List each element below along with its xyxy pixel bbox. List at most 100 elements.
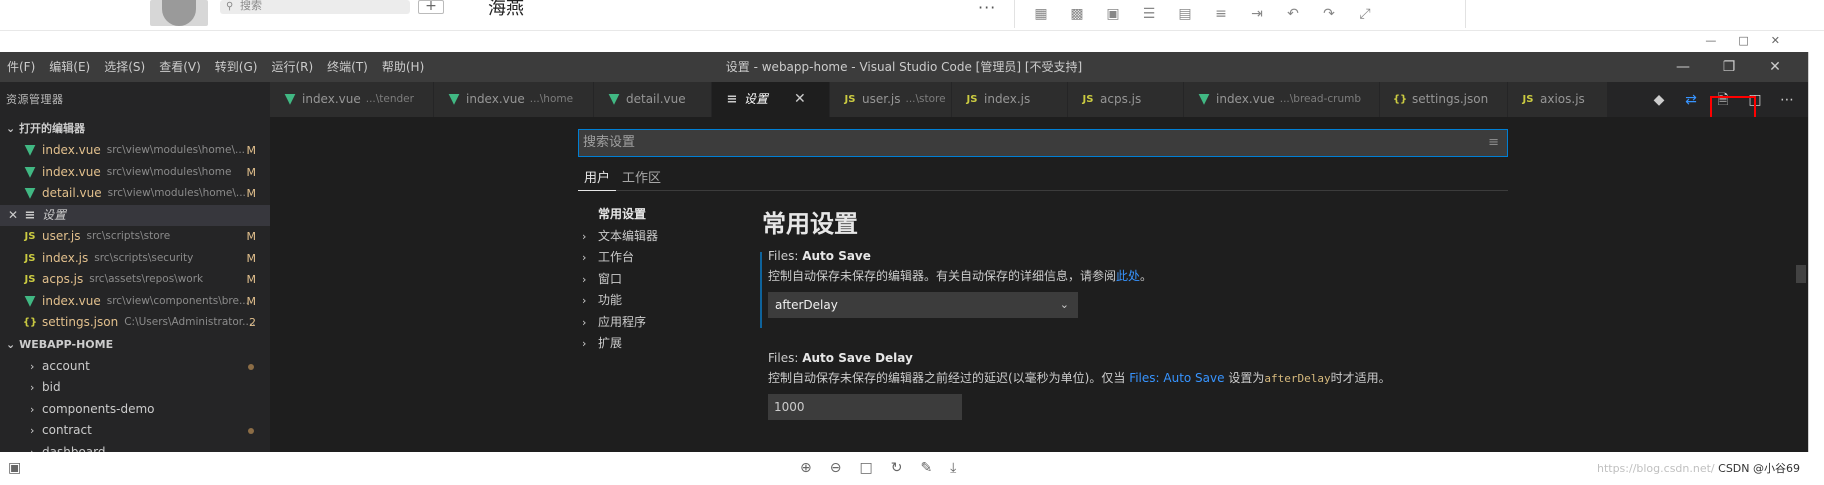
toc-item-commonly-used[interactable]: 常用设置 bbox=[578, 204, 728, 226]
toc-item-workbench[interactable]: › 工作台 bbox=[578, 247, 728, 269]
open-editor-item[interactable]: ▼ index.vue src\view\components\bre... M bbox=[0, 291, 270, 313]
film-icon[interactable]: ▤ bbox=[1174, 6, 1196, 22]
js-file-icon: JS bbox=[966, 94, 978, 105]
table-icon[interactable]: ▦ bbox=[1030, 6, 1052, 22]
vue-file-icon: ▼ bbox=[24, 163, 36, 180]
divider bbox=[1465, 0, 1466, 28]
undo-icon[interactable]: ↶ bbox=[1282, 6, 1304, 22]
file-name: settings.json bbox=[42, 315, 119, 329]
open-editor-item[interactable]: JS index.js src\scripts\security M bbox=[0, 248, 270, 270]
more-icon[interactable]: ··· bbox=[978, 0, 996, 17]
chevron-right-icon: › bbox=[30, 424, 35, 437]
open-editor-item[interactable]: ▼ index.vue src\view\modules\home M bbox=[0, 162, 270, 184]
expand-icon[interactable]: ⤢ bbox=[1354, 6, 1376, 22]
menu-file[interactable]: 件(F) bbox=[0, 52, 42, 82]
scroll-thumb[interactable] bbox=[1796, 265, 1806, 283]
add-button[interactable]: + bbox=[418, 0, 444, 14]
tab-detail-vue[interactable]: ▼ detail.vue bbox=[594, 82, 712, 117]
toc-label: 应用程序 bbox=[598, 314, 647, 329]
menu-selection[interactable]: 选择(S) bbox=[97, 52, 152, 82]
zoom-in-icon[interactable]: ⊕ bbox=[800, 460, 812, 476]
chevron-right-icon: › bbox=[582, 229, 587, 243]
chevron-right-icon: › bbox=[582, 315, 587, 329]
tab-index-vue-home[interactable]: ▼ index.vue ...\home bbox=[434, 82, 594, 117]
minimize-button[interactable]: — bbox=[1660, 52, 1706, 82]
folder-item[interactable]: › bid bbox=[0, 377, 270, 399]
open-editor-item[interactable]: ▼ detail.vue src\view\modules\home\... M bbox=[0, 183, 270, 205]
image-icon[interactable]: ▣ bbox=[1102, 6, 1124, 22]
avatar[interactable] bbox=[150, 0, 208, 26]
tab-user-js[interactable]: JS user.js ...\store bbox=[830, 82, 952, 117]
close-icon[interactable]: ✕ bbox=[8, 205, 18, 227]
minimize-icon[interactable]: — bbox=[1705, 34, 1716, 47]
folder-item[interactable]: › components-demo bbox=[0, 399, 270, 421]
restore-button[interactable]: ❐ bbox=[1706, 52, 1752, 82]
folder-item[interactable]: › account bbox=[0, 356, 270, 378]
menu-go[interactable]: 转到(G) bbox=[208, 52, 265, 82]
screen-icon[interactable]: ▣ bbox=[8, 460, 21, 476]
tab-axios-js[interactable]: JS axios.js bbox=[1508, 82, 1608, 117]
toc-item-features[interactable]: › 功能 bbox=[578, 290, 728, 312]
tab-index-js[interactable]: JS index.js bbox=[952, 82, 1068, 117]
setting-title: Files: Auto Save bbox=[768, 246, 1508, 266]
download-icon[interactable]: ⤓ bbox=[950, 460, 956, 476]
menu-edit[interactable]: 编辑(E) bbox=[42, 52, 97, 82]
edit-icon[interactable]: ✎ bbox=[920, 460, 932, 476]
tab-user[interactable]: 用户 bbox=[578, 169, 617, 191]
menu-view[interactable]: 查看(V) bbox=[152, 52, 208, 82]
close-icon[interactable]: ✕ bbox=[1771, 34, 1780, 47]
align-icon[interactable]: ≡ bbox=[1210, 6, 1232, 22]
indent-icon[interactable]: ⇥ bbox=[1246, 6, 1268, 22]
editor-scrollbar[interactable] bbox=[1794, 117, 1808, 452]
tab-settings[interactable]: ≡ 设置 ✕ bbox=[712, 82, 830, 117]
list-icon[interactable]: ☰ bbox=[1138, 6, 1160, 22]
folder-item[interactable]: › contract bbox=[0, 420, 270, 442]
outer-frame-edge bbox=[1808, 52, 1824, 452]
settings-search-input[interactable]: 搜索设置 ≡ bbox=[578, 129, 1508, 157]
zoom-out-icon[interactable]: ⊖ bbox=[830, 460, 842, 476]
open-editor-item[interactable]: JS acps.js src\assets\repos\work M bbox=[0, 269, 270, 291]
window-controls: — ❐ ✕ bbox=[1660, 52, 1798, 82]
rotate-icon[interactable]: ↻ bbox=[891, 460, 903, 476]
setting-key: Auto Save bbox=[802, 249, 871, 263]
open-editor-item[interactable]: JS user.js src\scripts\store M bbox=[0, 226, 270, 248]
open-editor-item-active[interactable]: ✕ ≡ 设置 bbox=[0, 204, 270, 227]
auto-save-delay-input[interactable]: 1000 bbox=[768, 394, 962, 420]
chevron-right-icon: › bbox=[582, 337, 587, 350]
menu-help[interactable]: 帮助(H) bbox=[375, 52, 431, 82]
menu-run[interactable]: 运行(R) bbox=[264, 52, 320, 82]
menu-terminal[interactable]: 终端(T) bbox=[320, 52, 375, 82]
tab-label: user.js bbox=[862, 92, 901, 106]
open-editor-item[interactable]: {} settings.json C:\Users\Administrator.… bbox=[0, 312, 270, 334]
close-button[interactable]: ✕ bbox=[1752, 52, 1798, 82]
tab-workspace[interactable]: 工作区 bbox=[616, 169, 667, 191]
tab-acps-js[interactable]: JS acps.js bbox=[1068, 82, 1184, 117]
toc-item-window[interactable]: › 窗口 bbox=[578, 269, 728, 291]
open-editor-item[interactable]: ▼ index.vue src\view\modules\home\... M bbox=[0, 140, 270, 162]
host-search-input[interactable]: ⚲ 搜索 bbox=[220, 0, 410, 14]
toc-item-extensions[interactable]: › 扩展 bbox=[578, 333, 728, 355]
redo-icon[interactable]: ↷ bbox=[1318, 6, 1340, 22]
auto-save-select[interactable]: afterDelay ⌄ bbox=[768, 292, 1078, 318]
tab-index-vue-bread-crumb[interactable]: ▼ index.vue ...\bread-crumb bbox=[1184, 82, 1380, 117]
close-icon[interactable]: ✕ bbox=[794, 82, 806, 117]
toc-item-text-editor[interactable]: › 文本编辑器 bbox=[578, 226, 728, 248]
description-link[interactable]: Files: Auto Save bbox=[1129, 371, 1224, 385]
toc-label: 文本编辑器 bbox=[598, 228, 659, 243]
filter-icon[interactable]: ≡ bbox=[1488, 130, 1499, 156]
chart-icon[interactable]: ▩ bbox=[1066, 6, 1088, 22]
open-editors-header[interactable]: ⌄ 打开的编辑器 bbox=[0, 118, 270, 140]
workspace-header[interactable]: ⌄ WEBAPP-HOME bbox=[0, 334, 270, 356]
fit-icon[interactable]: □ bbox=[859, 460, 872, 476]
chevron-down-icon: ⌄ bbox=[1059, 298, 1069, 311]
toc-item-application[interactable]: › 应用程序 bbox=[578, 312, 728, 334]
sync-icon[interactable]: ⇄ bbox=[1682, 91, 1700, 109]
tab-index-vue-tender[interactable]: ▼ index.vue ...\tender bbox=[270, 82, 434, 117]
description-link[interactable]: 此处 bbox=[1116, 269, 1140, 283]
tab-label: settings.json bbox=[1412, 92, 1489, 106]
tab-settings-json[interactable]: {} settings.json bbox=[1380, 82, 1508, 117]
maximize-icon[interactable]: □ bbox=[1738, 34, 1748, 47]
more-actions-icon[interactable]: ⋯ bbox=[1778, 91, 1796, 109]
git-compare-icon[interactable]: ◆ bbox=[1650, 91, 1668, 109]
chevron-right-icon: › bbox=[582, 294, 587, 307]
